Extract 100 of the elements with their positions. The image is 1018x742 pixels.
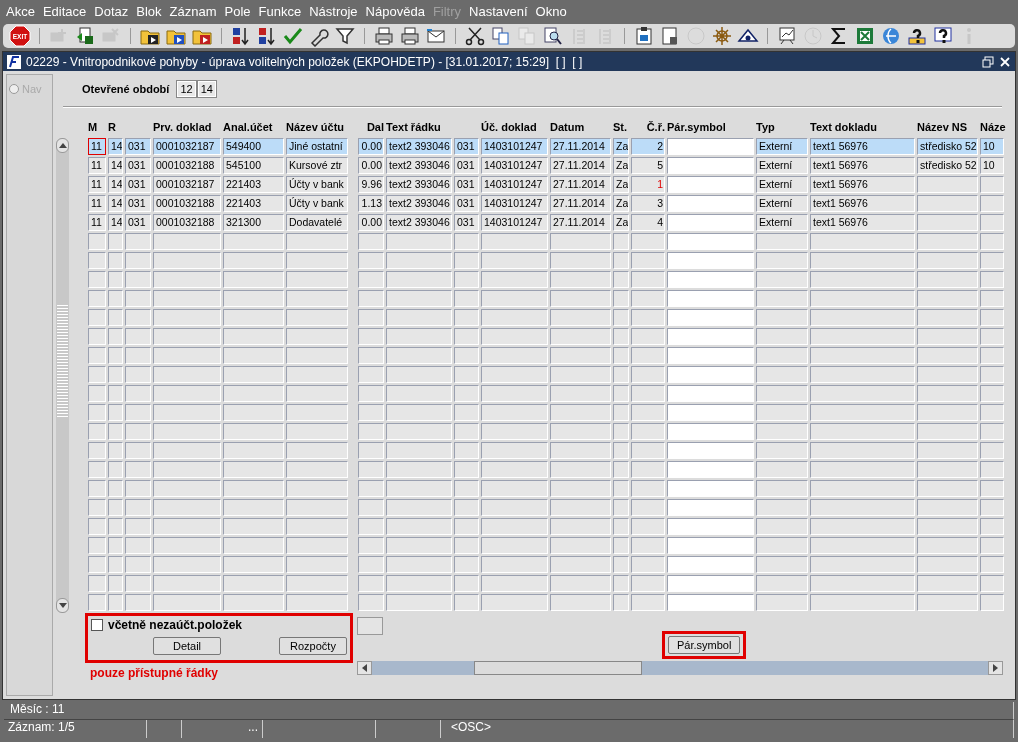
- input-field[interactable]: [667, 594, 754, 611]
- table-cell: [631, 594, 665, 611]
- check-icon[interactable]: [282, 25, 304, 47]
- table-cell: [386, 518, 452, 535]
- menu-item[interactable]: Funkce: [254, 3, 306, 19]
- table-cell: text2 393046: [386, 214, 452, 231]
- table-cell: 27.11.2014: [550, 214, 611, 231]
- filter-icon[interactable]: [334, 25, 356, 47]
- input-field[interactable]: [667, 233, 754, 250]
- scroll-thumb[interactable]: [474, 661, 642, 675]
- copy-icon[interactable]: [490, 25, 512, 47]
- menu-item[interactable]: Editace: [38, 3, 91, 19]
- table-cell: [386, 461, 452, 478]
- input-field[interactable]: [667, 537, 754, 554]
- input-field[interactable]: [667, 252, 754, 269]
- input-field[interactable]: [667, 176, 754, 193]
- scroll-thumb[interactable]: [57, 303, 68, 418]
- checkbox[interactable]: [91, 619, 103, 631]
- table-cell: [631, 556, 665, 573]
- table-cell: [125, 328, 151, 345]
- input-field[interactable]: [667, 157, 754, 174]
- scroll-up-button[interactable]: [56, 138, 69, 153]
- input-field[interactable]: [667, 290, 754, 307]
- wheel-icon[interactable]: [711, 25, 733, 47]
- table-cell: [108, 461, 123, 478]
- table-cell: [108, 518, 123, 535]
- table-cell: [153, 423, 221, 440]
- menu-item[interactable]: Akce: [2, 3, 39, 19]
- input-field[interactable]: [667, 328, 754, 345]
- close-icon[interactable]: [999, 55, 1011, 68]
- table-cell: [756, 556, 808, 573]
- table-cell: [358, 271, 384, 288]
- checkbox-label: včetně nezaúčt.položek: [108, 618, 243, 632]
- input-field[interactable]: [667, 518, 754, 535]
- menu-item[interactable]: Pole: [220, 3, 255, 19]
- input-field[interactable]: [667, 347, 754, 364]
- scroll-left-button[interactable]: [357, 661, 372, 675]
- input-field[interactable]: [667, 385, 754, 402]
- input-field[interactable]: [667, 309, 754, 326]
- table-cell: [223, 575, 284, 592]
- table-cell: 031: [125, 157, 151, 174]
- period-field[interactable]: 12: [177, 81, 196, 97]
- action-button[interactable]: Detail: [153, 637, 221, 655]
- cut-icon[interactable]: [464, 25, 486, 47]
- clipboard-icon[interactable]: [633, 25, 655, 47]
- table-cell: [286, 575, 348, 592]
- period-field[interactable]: 14: [197, 81, 216, 97]
- input-field[interactable]: [667, 423, 754, 440]
- horizontal-scrollbar[interactable]: [357, 661, 1003, 675]
- sort-asc-icon[interactable]: [230, 25, 252, 47]
- table-cell: [108, 385, 123, 402]
- input-field[interactable]: [667, 556, 754, 573]
- input-field[interactable]: [667, 214, 754, 231]
- input-field[interactable]: [667, 366, 754, 383]
- restore-icon[interactable]: [982, 55, 994, 68]
- input-field[interactable]: [667, 404, 754, 421]
- table-cell: [223, 537, 284, 554]
- table-cell: 0.00: [358, 214, 384, 231]
- menu-item[interactable]: Okno: [531, 3, 571, 19]
- chart-icon[interactable]: [776, 25, 798, 47]
- input-field[interactable]: [667, 271, 754, 288]
- scroll-right-button[interactable]: [988, 661, 1003, 675]
- table-cell: 031: [125, 176, 151, 193]
- column-header: Pár.symbol: [667, 121, 726, 133]
- menu-item[interactable]: Záznam: [165, 3, 221, 19]
- menu-item[interactable]: Nastavení: [465, 3, 532, 19]
- input-field[interactable]: [357, 617, 383, 635]
- menu-item[interactable]: Dotaz: [90, 3, 133, 19]
- pair-symbol-button[interactable]: Pár.symbol: [668, 636, 741, 654]
- menu-item[interactable]: Blok: [132, 3, 166, 19]
- table-cell: [756, 442, 808, 459]
- input-field[interactable]: [667, 480, 754, 497]
- table-cell: [481, 537, 548, 554]
- print-icon[interactable]: [373, 25, 395, 47]
- input-field[interactable]: [667, 138, 754, 155]
- table-cell: [980, 480, 1004, 497]
- input-field[interactable]: [667, 195, 754, 212]
- input-field[interactable]: [667, 575, 754, 592]
- menu-item[interactable]: Nástroje: [305, 3, 362, 19]
- scroll-down-button[interactable]: [56, 598, 69, 613]
- table-cell: [481, 556, 548, 573]
- input-field[interactable]: [667, 442, 754, 459]
- status-ellipsis: ...: [182, 720, 263, 738]
- table-cell: [550, 233, 611, 250]
- table-cell: [550, 404, 611, 421]
- vertical-scrollbar[interactable]: [56, 138, 69, 613]
- sheet-icon[interactable]: [854, 25, 876, 47]
- input-field[interactable]: [667, 461, 754, 478]
- sort-desc-icon[interactable]: [256, 25, 278, 47]
- table-cell: [917, 423, 978, 440]
- printer-icon[interactable]: [399, 25, 421, 47]
- input-field[interactable]: [667, 499, 754, 516]
- table-cell: [223, 290, 284, 307]
- search-icon[interactable]: [542, 25, 564, 47]
- menu-item[interactable]: Nápověda: [361, 3, 429, 19]
- table-cell: [917, 594, 978, 611]
- table-cell: [454, 423, 479, 440]
- action-button[interactable]: Rozpočty: [279, 637, 347, 655]
- table-cell: [153, 233, 221, 250]
- table-cell: [454, 461, 479, 478]
